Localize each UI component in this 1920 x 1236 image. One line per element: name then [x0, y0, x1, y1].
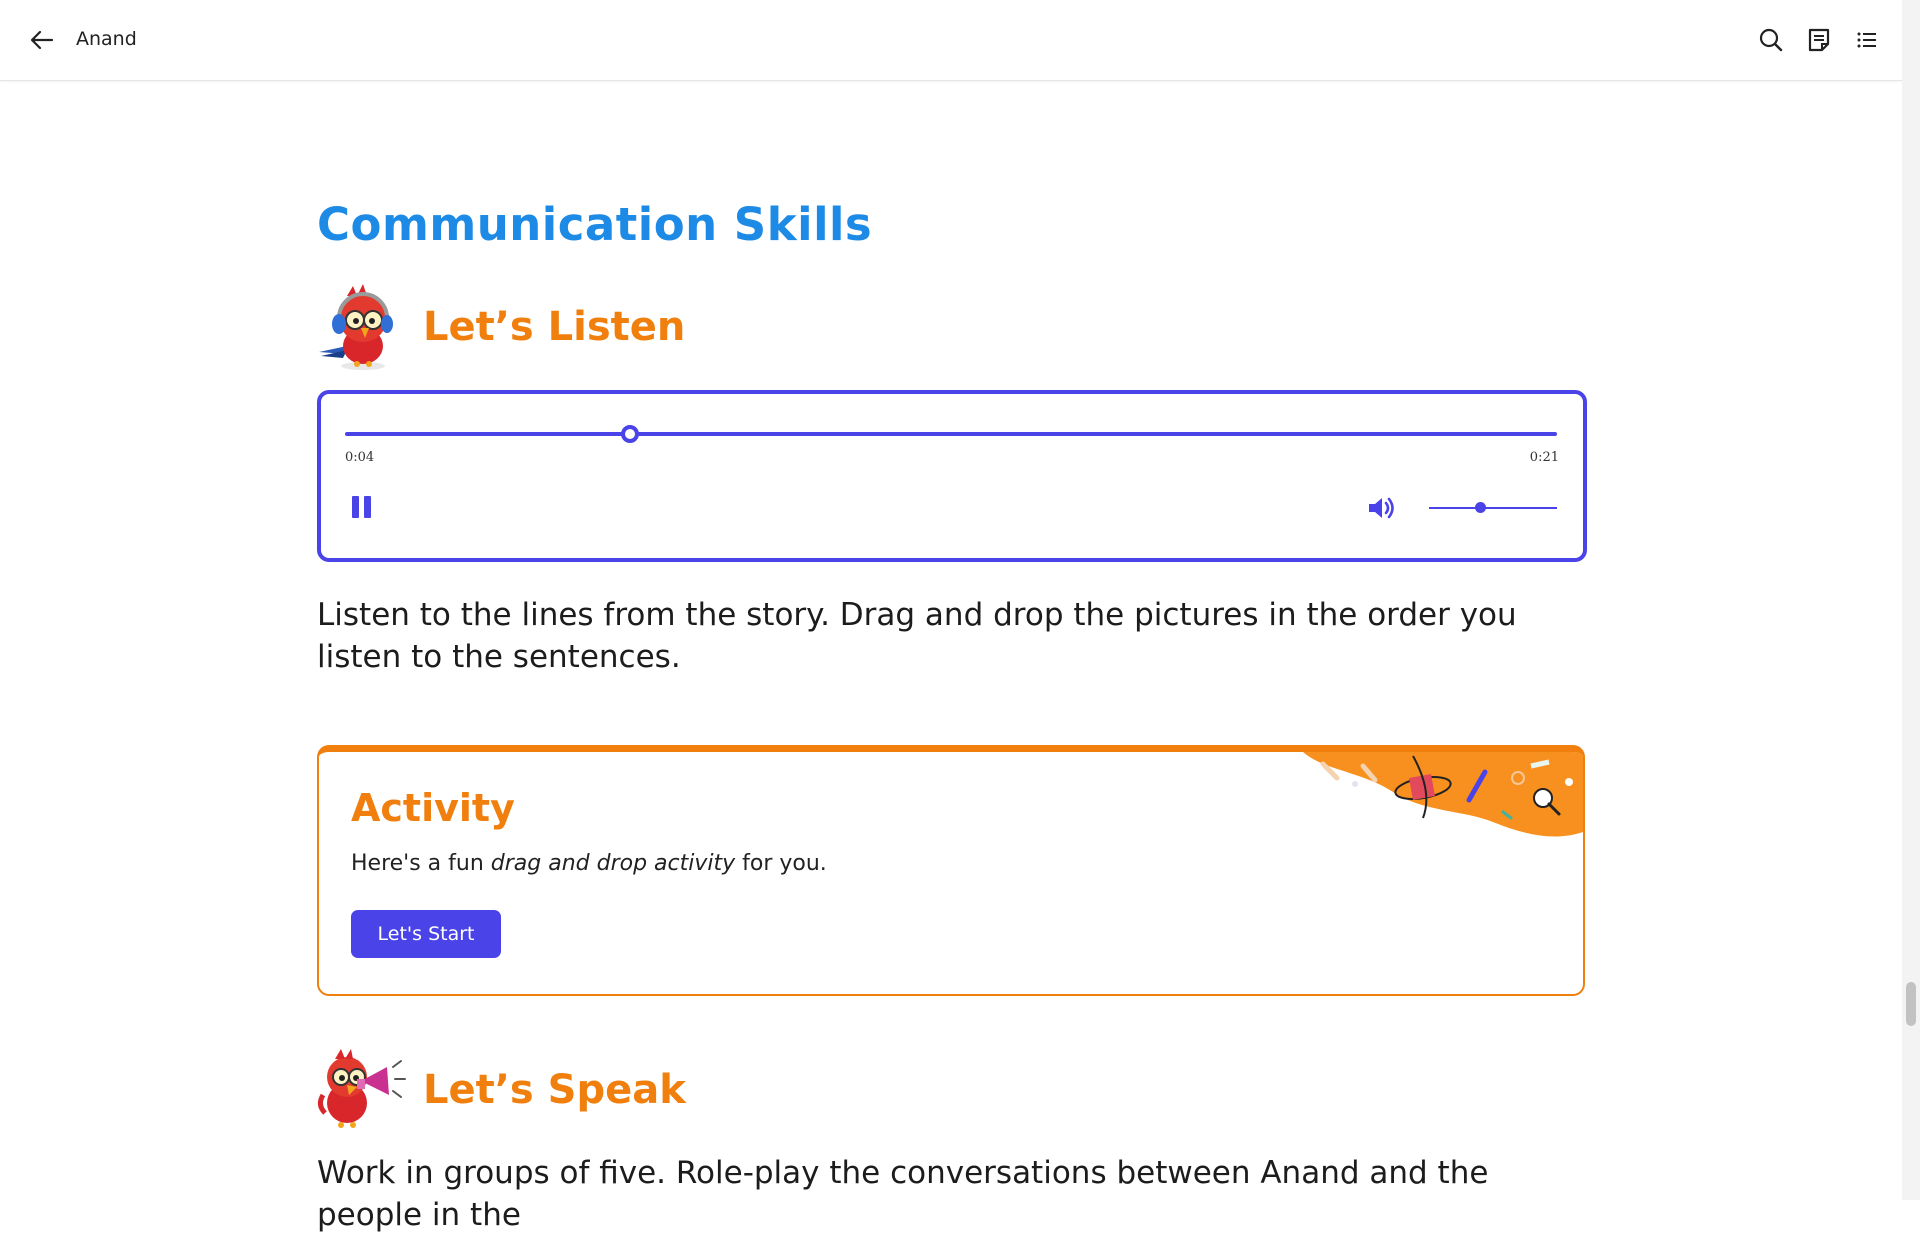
parrot-headphones-icon: [319, 284, 393, 370]
search-button[interactable]: [1757, 26, 1785, 54]
page-scrollbar[interactable]: [1902, 0, 1920, 1200]
listen-heading-label: Let’s Listen: [423, 304, 686, 350]
scrollbar-thumb[interactable]: [1906, 982, 1916, 1026]
activity-title: Activity: [351, 786, 515, 830]
arrow-left-icon: [30, 30, 54, 50]
volume-slider-track[interactable]: [1429, 507, 1557, 509]
back-button[interactable]: [28, 28, 56, 52]
lets-start-button[interactable]: Let's Start: [351, 910, 501, 958]
top-bar: Anand: [0, 0, 1902, 81]
activity-desc-emphasis: drag and drop activity: [490, 851, 736, 876]
section-title: Communication Skills: [317, 198, 873, 251]
parrot-megaphone-icon: [317, 1049, 406, 1128]
activity-decoration-icon: [1263, 752, 1583, 837]
activity-description: Here's a fun drag and drop activity for …: [351, 851, 827, 876]
speak-heading-label: Let’s Speak: [423, 1067, 686, 1113]
activity-card: Activity Here's a fun drag and drop acti…: [317, 745, 1585, 996]
pause-icon: [352, 496, 359, 518]
activity-desc-prefix: Here's a fun: [351, 851, 491, 876]
audio-progress-thumb[interactable]: [620, 425, 639, 443]
notes-icon: [1808, 28, 1830, 52]
table-of-contents-icon: [1857, 32, 1876, 48]
audio-current-time: 0:04: [345, 450, 375, 465]
table-of-contents-button[interactable]: [1853, 26, 1881, 54]
volume-button[interactable]: [1367, 494, 1397, 522]
audio-progress-track[interactable]: [345, 432, 1557, 436]
pause-button[interactable]: [352, 496, 374, 520]
volume-icon: [1369, 497, 1394, 519]
book-title: Anand: [76, 28, 137, 50]
listen-heading: Let’s Listen: [317, 282, 717, 372]
search-icon: [1759, 28, 1783, 52]
speak-heading: Let’s Speak: [317, 1045, 717, 1135]
audio-player: 0:04 0:21: [317, 390, 1587, 562]
pause-icon-bar: [364, 496, 371, 518]
activity-desc-suffix: for you.: [735, 851, 827, 876]
audio-duration: 0:21: [1529, 450, 1559, 465]
speak-instructions: Work in groups of five. Role-play the co…: [317, 1155, 1489, 1233]
volume-slider-thumb[interactable]: [1475, 502, 1487, 513]
notes-button[interactable]: [1805, 26, 1833, 54]
listen-instructions: Listen to the lines from the story. Drag…: [317, 597, 1517, 675]
